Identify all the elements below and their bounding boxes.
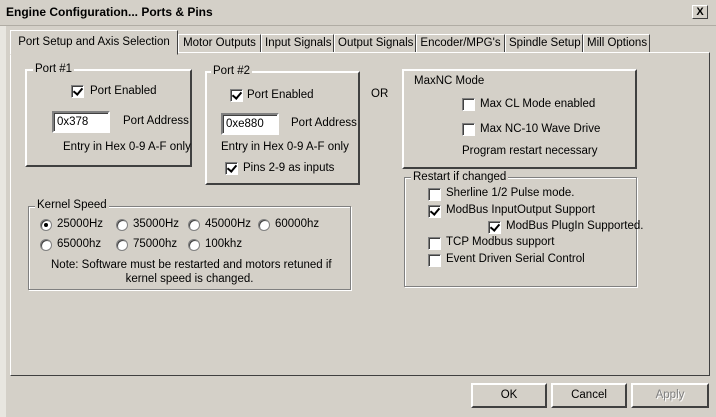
port1-address-label: Port Address xyxy=(123,115,189,127)
kernel-radio-35000[interactable] xyxy=(116,219,128,231)
background-window-edge xyxy=(0,26,6,417)
serial-control-checkbox[interactable] xyxy=(428,254,441,267)
modbus-io-label: ModBus InputOutput Support xyxy=(446,204,595,216)
port2-enabled-label: Port Enabled xyxy=(247,89,314,101)
port2-group: Port #2 Port Enabled 0xe880 Port Address… xyxy=(205,65,360,185)
kernel-note-line2: kernel speed is changed. xyxy=(125,273,254,285)
kernel-option-label: 60000hz xyxy=(275,218,320,230)
port1-group: Port #1 Port Enabled 0x378 Port Address … xyxy=(25,63,192,167)
kernel-option-label: 45000Hz xyxy=(205,218,252,230)
kernel-radio-65000[interactable] xyxy=(40,239,52,251)
sherline-checkbox[interactable] xyxy=(428,188,441,201)
port1-address-input[interactable]: 0x378 xyxy=(52,111,110,133)
maxnc-note: Program restart necessary xyxy=(462,145,598,157)
kernel-radio-25000[interactable] xyxy=(40,219,52,231)
kernel-radio-100k[interactable] xyxy=(188,239,200,251)
port1-hint: Entry in Hex 0-9 A-F only xyxy=(63,141,191,153)
max-cl-label: Max CL Mode enabled xyxy=(480,98,596,110)
or-label: OR xyxy=(371,88,389,100)
kernel-option-label: 75000hz xyxy=(133,238,178,250)
port1-enabled-label: Port Enabled xyxy=(90,85,157,97)
tcp-modbus-checkbox[interactable] xyxy=(428,237,441,250)
tcp-modbus-label: TCP Modbus support xyxy=(446,236,555,248)
port2-enabled-checkbox[interactable] xyxy=(230,89,243,102)
port2-pins-label: Pins 2-9 as inputs xyxy=(243,162,335,174)
port1-enabled-checkbox[interactable] xyxy=(71,85,84,98)
port2-title: Port #2 xyxy=(211,65,253,77)
modbus-plugin-label: ModBus PlugIn Supported. xyxy=(506,220,644,232)
apply-button[interactable]: Apply xyxy=(631,383,709,408)
restart-group: Restart if changed Sherline 1/2 Pulse mo… xyxy=(404,171,643,287)
tab-spindle-setup[interactable]: Spindle Setup xyxy=(505,34,583,53)
tab-port-setup[interactable]: Port Setup and Axis Selection xyxy=(10,30,178,55)
kernel-option-label: 35000Hz xyxy=(133,218,180,230)
maxnc-title: MaxNC Mode xyxy=(412,75,487,87)
kernel-radio-45000[interactable] xyxy=(188,219,200,231)
kernel-note-line1: Note: Software must be restarted and mot… xyxy=(51,259,332,271)
port2-pins-checkbox[interactable] xyxy=(225,162,238,175)
modbus-io-checkbox[interactable] xyxy=(428,205,441,218)
kernel-title: Kernel Speed xyxy=(35,199,109,211)
modbus-plugin-checkbox[interactable] xyxy=(488,221,501,234)
kernel-radio-75000[interactable] xyxy=(116,239,128,251)
port1-title: Port #1 xyxy=(33,63,75,75)
tab-bar: Port Setup and Axis Selection Motor Outp… xyxy=(10,30,650,55)
port2-address-input[interactable]: 0xe880 xyxy=(221,113,279,135)
serial-control-label: Event Driven Serial Control xyxy=(446,253,585,265)
tab-output-signals[interactable]: Output Signals xyxy=(334,34,416,53)
ok-button[interactable]: OK xyxy=(471,383,547,408)
kernel-radio-60000[interactable] xyxy=(258,219,270,231)
port2-address-label: Port Address xyxy=(291,117,357,129)
max-cl-checkbox[interactable] xyxy=(462,98,475,111)
tab-panel: Port #1 Port Enabled 0x378 Port Address … xyxy=(10,52,710,376)
kernel-option-label: 65000hz xyxy=(57,238,102,250)
maxnc-group: MaxNC Mode Max CL Mode enabled Max NC-10… xyxy=(402,69,637,169)
close-button[interactable]: X xyxy=(692,5,708,19)
window-title: Engine Configuration... Ports & Pins xyxy=(6,5,213,19)
kernel-option-label: 100khz xyxy=(205,238,243,250)
tab-encoder-mpg[interactable]: Encoder/MPG's xyxy=(416,34,505,53)
kernel-speed-group: Kernel Speed 25000Hz 35000Hz 45000Hz 600… xyxy=(28,199,351,290)
port2-hint: Entry in Hex 0-9 A-F only xyxy=(221,141,349,153)
max-nc10-checkbox[interactable] xyxy=(462,123,475,136)
sherline-label: Sherline 1/2 Pulse mode. xyxy=(446,187,575,199)
max-nc10-label: Max NC-10 Wave Drive xyxy=(480,123,601,135)
kernel-option-label: 25000Hz xyxy=(57,218,104,230)
tab-motor-outputs[interactable]: Motor Outputs xyxy=(178,34,261,53)
restart-title: Restart if changed xyxy=(411,171,509,183)
cancel-button[interactable]: Cancel xyxy=(551,383,627,408)
tab-mill-options[interactable]: Mill Options xyxy=(583,34,650,53)
title-bar: Engine Configuration... Ports & Pins X xyxy=(0,0,716,26)
tab-input-signals[interactable]: Input Signals xyxy=(261,34,334,53)
